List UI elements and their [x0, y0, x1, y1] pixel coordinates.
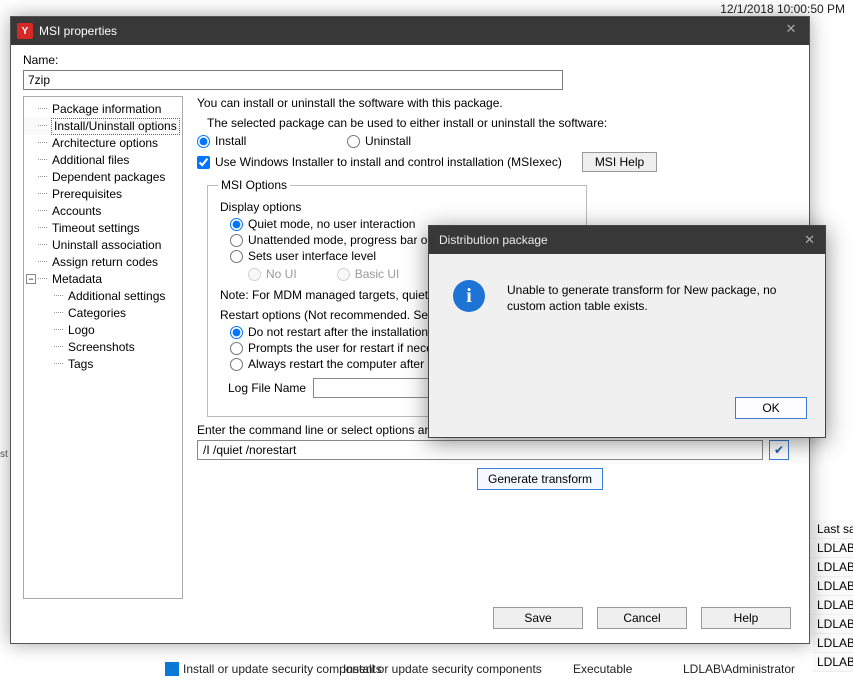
generate-transform-button[interactable]: Generate transform — [477, 468, 603, 490]
bg-list-row[interactable]: Install or update security components In… — [165, 662, 795, 676]
basic-ui-label: Basic UI — [355, 267, 400, 281]
side-val: LDLAB\A — [813, 596, 853, 615]
side-val: LDLAB\A — [813, 577, 853, 596]
right-side-panel: Last save LDLAB\A LDLAB\A LDLAB\A LDLAB\… — [813, 520, 853, 672]
sidebar-item-additional-files[interactable]: Additional files — [24, 152, 182, 169]
side-val: LDLAB\A — [813, 653, 853, 672]
sidebar-item-additional-settings[interactable]: Additional settings — [24, 288, 182, 305]
modal-close-icon[interactable]: ✕ — [804, 232, 815, 248]
cancel-button[interactable]: Cancel — [597, 607, 687, 629]
sidebar-item-uninstall-association[interactable]: Uninstall association — [24, 237, 182, 254]
bg-datetime: 12/1/2018 10:00:50 PM — [720, 2, 845, 16]
sidebar-item-assign-return-codes[interactable]: Assign return codes — [24, 254, 182, 271]
save-button[interactable]: Save — [493, 607, 583, 629]
sidebar-item-install-uninstall-options[interactable]: Install/Uninstall options — [24, 118, 182, 135]
intro-text: You can install or uninstall the softwar… — [197, 96, 789, 110]
bg-row-user: LDLAB\Administrator — [683, 662, 795, 676]
modal-ok-button[interactable]: OK — [735, 397, 807, 419]
no-ui-radio-row: No UI — [248, 267, 297, 281]
basic-ui-radio-row: Basic UI — [337, 267, 400, 281]
install-label: Install — [215, 134, 246, 148]
unattended-radio[interactable] — [230, 234, 243, 247]
side-val: LDLAB\A — [813, 539, 853, 558]
help-button[interactable]: Help — [701, 607, 791, 629]
sidebar-item-tags[interactable]: Tags — [24, 356, 182, 373]
name-label: Name: — [23, 53, 797, 67]
bg-row-label2: Install or update security components — [343, 662, 573, 676]
unattended-label: Unattended mode, progress bar only — [248, 233, 443, 247]
sidebar-item-package-information[interactable]: Package information — [24, 101, 182, 118]
sidebar-item-screenshots[interactable]: Screenshots — [24, 339, 182, 356]
sidebar-tree[interactable]: Package information Install/Uninstall op… — [23, 96, 183, 599]
install-radio-row[interactable]: Install — [197, 134, 347, 148]
app-icon: Y — [17, 23, 33, 39]
command-line-apply-button[interactable]: ✔ — [769, 440, 789, 460]
close-icon[interactable]: ✕ — [779, 21, 803, 41]
sidebar-item-categories[interactable]: Categories — [24, 305, 182, 322]
tree-collapse-icon[interactable]: − — [26, 274, 36, 284]
sets-level-label: Sets user interface level — [248, 249, 376, 263]
prompt-restart-radio[interactable] — [230, 342, 243, 355]
basic-ui-radio — [337, 268, 350, 281]
uninstall-radio[interactable] — [347, 135, 360, 148]
sets-level-radio[interactable] — [230, 250, 243, 263]
uninstall-label: Uninstall — [365, 134, 411, 148]
sidebar-item-accounts[interactable]: Accounts — [24, 203, 182, 220]
info-icon: i — [453, 280, 485, 312]
msi-help-button[interactable]: MSI Help — [582, 152, 657, 172]
uninstall-radio-row[interactable]: Uninstall — [347, 134, 411, 148]
no-ui-label: No UI — [266, 267, 297, 281]
modal-titlebar[interactable]: Distribution package ✕ — [429, 226, 825, 254]
install-radio[interactable] — [197, 135, 210, 148]
left-edge-fragment: st — [0, 449, 8, 460]
side-val: LDLAB\A — [813, 558, 853, 577]
command-line-input[interactable] — [197, 440, 763, 460]
sidebar-item-prerequisites[interactable]: Prerequisites — [24, 186, 182, 203]
sidebar-item-architecture-options[interactable]: Architecture options — [24, 135, 182, 152]
use-label: The selected package can be used to eith… — [207, 116, 789, 130]
msiexec-checkbox[interactable] — [197, 156, 210, 169]
bg-row-label: Install or update security components — [183, 662, 343, 676]
quiet-mode-radio[interactable] — [230, 218, 243, 231]
modal-message: Unable to generate transform for New pac… — [507, 280, 801, 314]
side-val: LDLAB\A — [813, 634, 853, 653]
sidebar-item-dependent-packages[interactable]: Dependent packages — [24, 169, 182, 186]
quiet-mode-label: Quiet mode, no user interaction — [248, 217, 415, 231]
side-val: LDLAB\A — [813, 615, 853, 634]
modal-title-text: Distribution package — [439, 233, 548, 247]
always-restart-radio[interactable] — [230, 358, 243, 371]
sidebar-item-timeout-settings[interactable]: Timeout settings — [24, 220, 182, 237]
package-icon — [165, 662, 179, 676]
display-options-label: Display options — [220, 200, 576, 214]
side-last-save: Last save — [813, 520, 853, 539]
log-file-label: Log File Name — [228, 381, 313, 395]
sidebar-item-logo[interactable]: Logo — [24, 322, 182, 339]
sidebar-item-metadata[interactable]: − Metadata — [24, 271, 182, 288]
dialog-title: MSI properties — [39, 24, 117, 38]
msi-options-legend: MSI Options — [218, 178, 290, 192]
titlebar[interactable]: Y MSI properties ✕ — [11, 17, 809, 45]
no-restart-radio[interactable] — [230, 326, 243, 339]
name-input[interactable] — [23, 70, 563, 90]
msiexec-label: Use Windows Installer to install and con… — [215, 155, 562, 169]
bg-row-type: Executable — [573, 662, 683, 676]
no-ui-radio — [248, 268, 261, 281]
distribution-package-dialog: Distribution package ✕ i Unable to gener… — [428, 225, 826, 438]
